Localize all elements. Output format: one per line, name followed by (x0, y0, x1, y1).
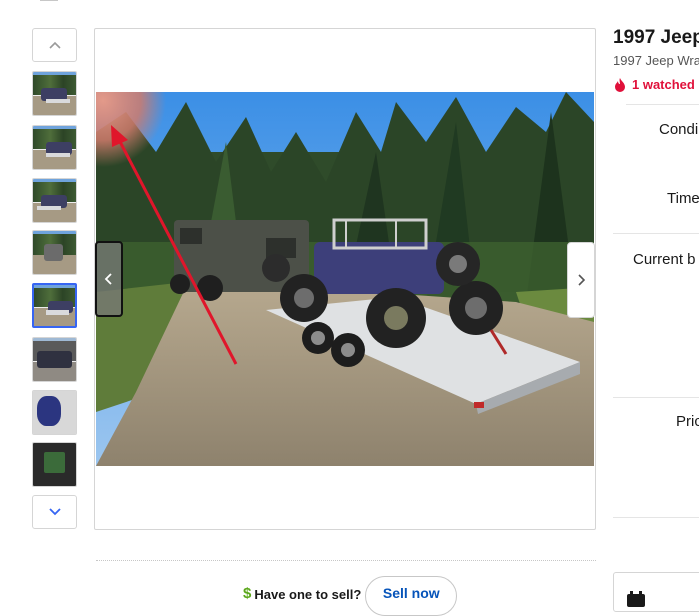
listing-subtitle: 1997 Jeep Wra (613, 53, 699, 68)
thumbnail-1[interactable] (32, 71, 77, 116)
info-divider-2 (613, 233, 699, 234)
chevron-right-icon (578, 274, 586, 286)
thumbnail-8[interactable] (32, 442, 77, 487)
chevron-left-icon (104, 273, 112, 285)
price-label: Pric (676, 413, 699, 430)
thumbnail-3[interactable] (32, 178, 77, 223)
thumbnail-scroll-down-button[interactable] (32, 495, 77, 529)
calendar-icon (627, 591, 645, 607)
thumbnail-6[interactable] (32, 337, 77, 382)
sell-question: Have one to sell? (254, 587, 362, 602)
thumbnail-scroll-up-button[interactable] (32, 28, 77, 62)
current-bid-label: Current b (633, 251, 696, 268)
thumbnail-4[interactable] (32, 230, 77, 275)
top-divider (40, 0, 58, 1)
time-left-label: Time (667, 190, 699, 207)
sell-now-button[interactable]: Sell now (365, 576, 458, 616)
chevron-down-icon (48, 508, 61, 516)
thumbnail-2[interactable] (32, 125, 77, 170)
info-divider-3 (613, 397, 699, 398)
listing-photo[interactable] (96, 92, 594, 466)
watchers-count: 1 watched (614, 77, 695, 92)
thumbnail-7[interactable] (32, 390, 77, 435)
listing-title: 1997 Jeep (613, 27, 699, 48)
watchers-text: 1 watched (632, 77, 695, 92)
add-to-calendar-button[interactable] (613, 572, 699, 612)
thumbnail-5[interactable] (32, 283, 77, 328)
dollar-icon: $ (243, 585, 252, 602)
next-image-button[interactable] (567, 242, 595, 318)
condition-label: Condi (659, 121, 699, 138)
fire-icon (615, 77, 625, 92)
sell-prompt: $ Have one to sell? Sell now (243, 576, 458, 616)
chevron-up-icon (48, 41, 61, 49)
info-divider-1 (626, 104, 699, 105)
previous-image-button[interactable] (95, 241, 123, 317)
info-divider-4 (613, 517, 699, 518)
section-divider (96, 560, 596, 561)
